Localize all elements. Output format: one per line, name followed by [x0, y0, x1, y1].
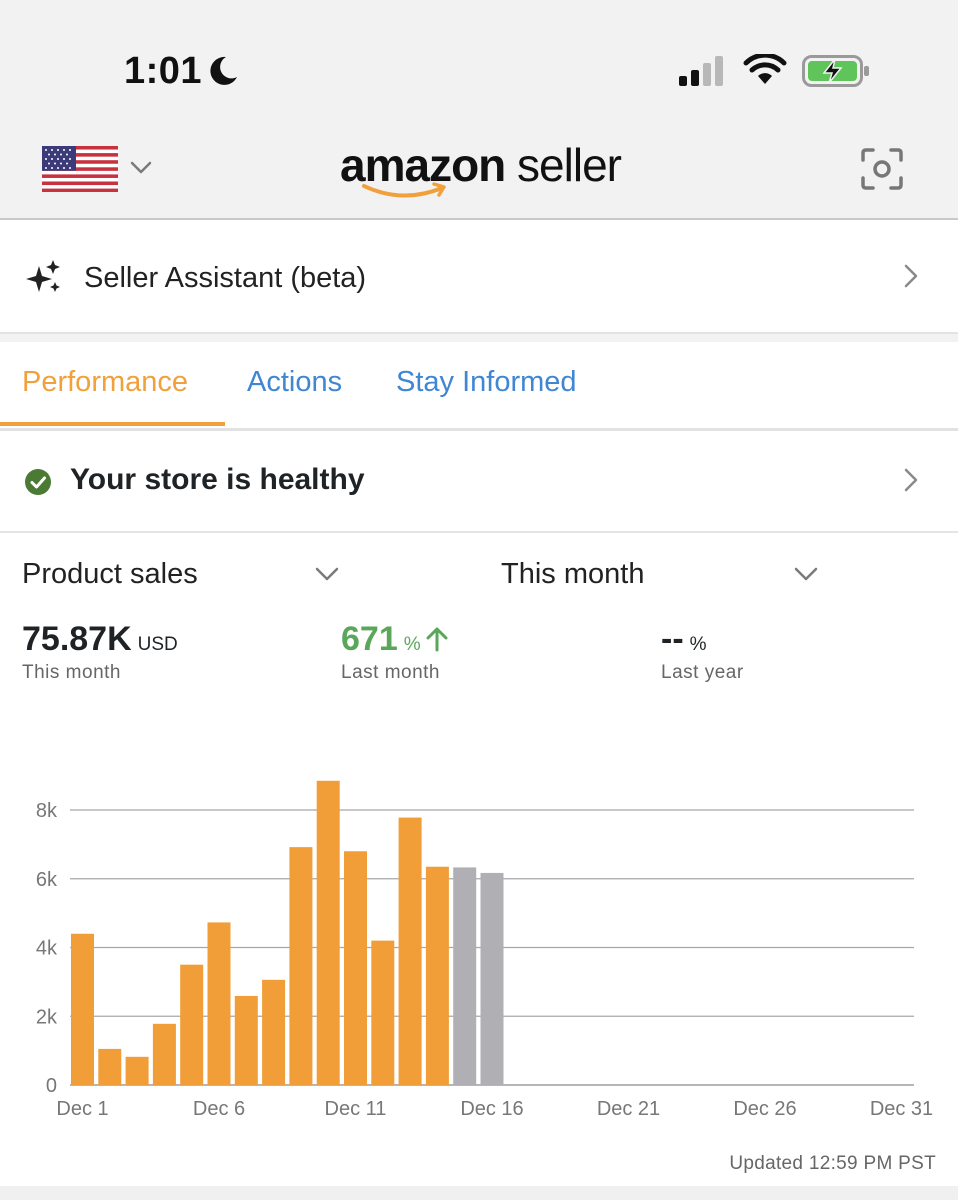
sparkle-icon — [26, 260, 62, 301]
x-tick-label: Dec 6 — [193, 1098, 245, 1120]
amazon-seller-logo: amazon seller — [340, 138, 622, 198]
logo-light-text: seller — [517, 139, 622, 191]
tab-stay-informed[interactable]: Stay Informed — [396, 366, 577, 399]
seller-assistant-label: Seller Assistant (beta) — [84, 262, 367, 294]
last-month-change-number: 671 — [341, 620, 398, 658]
active-tab-indicator — [0, 422, 225, 426]
status-bar: 1:01 — [0, 0, 958, 120]
sales-total-value: 75.87K USD — [22, 620, 178, 659]
product-sales-chart: 0 2k 4k 6k 8k Dec 1 Dec 6 Dec 11 Dec 16 Dec 21 Dec… — [36, 780, 933, 1120]
sales-bar — [234, 995, 258, 1085]
seller-assistant-row[interactable]: Seller Assistant (beta) — [0, 220, 958, 334]
amazon-smile-icon — [362, 180, 452, 207]
metric-selector[interactable]: Product sales — [22, 558, 198, 591]
x-tick-label: Dec 16 — [460, 1098, 523, 1120]
store-health-label: Your store is healthy — [70, 463, 365, 496]
projected-sales-bar — [453, 867, 477, 1085]
sales-bar — [425, 866, 449, 1085]
sales-bar — [180, 964, 204, 1085]
x-tick-label: Dec 26 — [733, 1098, 796, 1120]
sales-bar — [125, 1056, 149, 1085]
chevron-down-icon[interactable] — [794, 566, 818, 587]
store-health-row[interactable]: Your store is healthy — [0, 431, 958, 533]
sales-bar — [262, 979, 286, 1085]
section-divider — [0, 334, 958, 342]
status-time: 1:01 — [124, 50, 203, 92]
x-tick-label: Dec 1 — [56, 1098, 108, 1120]
scan-icon[interactable] — [860, 147, 904, 196]
last-year-change-value: --% — [661, 620, 707, 659]
x-tick-label: Dec 31 — [870, 1098, 933, 1120]
sales-total-unit: USD — [137, 634, 178, 655]
chevron-down-icon[interactable] — [315, 566, 339, 587]
wifi-icon — [743, 52, 787, 91]
last-year-change-number: -- — [661, 620, 684, 658]
tab-performance[interactable]: Performance — [22, 366, 188, 399]
tab-actions[interactable]: Actions — [247, 366, 342, 399]
last-month-change-unit: % — [403, 634, 421, 655]
chevron-down-icon[interactable] — [130, 160, 152, 181]
cellular-signal-icon — [679, 56, 729, 91]
moon-icon — [204, 53, 240, 94]
updated-timestamp: Updated 12:59 PM PST — [729, 1153, 936, 1174]
last-month-caption: Last month — [341, 662, 440, 683]
x-tick-label: Dec 11 — [325, 1098, 387, 1120]
last-year-caption: Last year — [661, 662, 744, 683]
battery-charging-icon — [802, 55, 872, 92]
y-tick-label: 6k — [36, 869, 58, 891]
period-selector[interactable]: This month — [501, 558, 644, 591]
y-tick-label: 0 — [46, 1075, 57, 1097]
sales-bar — [344, 851, 367, 1085]
sales-total-caption: This month — [22, 662, 121, 683]
last-month-change-value: 671% — [341, 620, 449, 659]
y-tick-label: 4k — [36, 938, 58, 960]
sales-bar — [152, 1023, 176, 1085]
last-year-change-unit: % — [689, 634, 707, 655]
sales-bar — [71, 933, 94, 1085]
y-tick-label: 2k — [36, 1006, 58, 1028]
arrow-up-icon — [426, 627, 448, 652]
us-flag-icon[interactable] — [42, 146, 118, 197]
sales-bar — [289, 847, 313, 1085]
x-tick-label: Dec 21 — [597, 1098, 660, 1120]
sales-total-number: 75.87K — [22, 620, 132, 658]
sales-bar — [371, 940, 395, 1085]
sales-bar — [398, 817, 422, 1085]
sales-bar — [207, 922, 231, 1085]
tab-bar: Performance Actions Stay Informed — [0, 342, 958, 431]
footer-divider — [0, 1186, 958, 1200]
sales-bar — [98, 1048, 122, 1085]
check-circle-icon — [24, 468, 52, 501]
projected-sales-bar — [480, 872, 504, 1085]
chevron-right-icon — [903, 263, 919, 294]
sales-bar — [316, 780, 340, 1085]
y-tick-label: 8k — [36, 800, 58, 822]
chevron-right-icon — [903, 467, 919, 498]
